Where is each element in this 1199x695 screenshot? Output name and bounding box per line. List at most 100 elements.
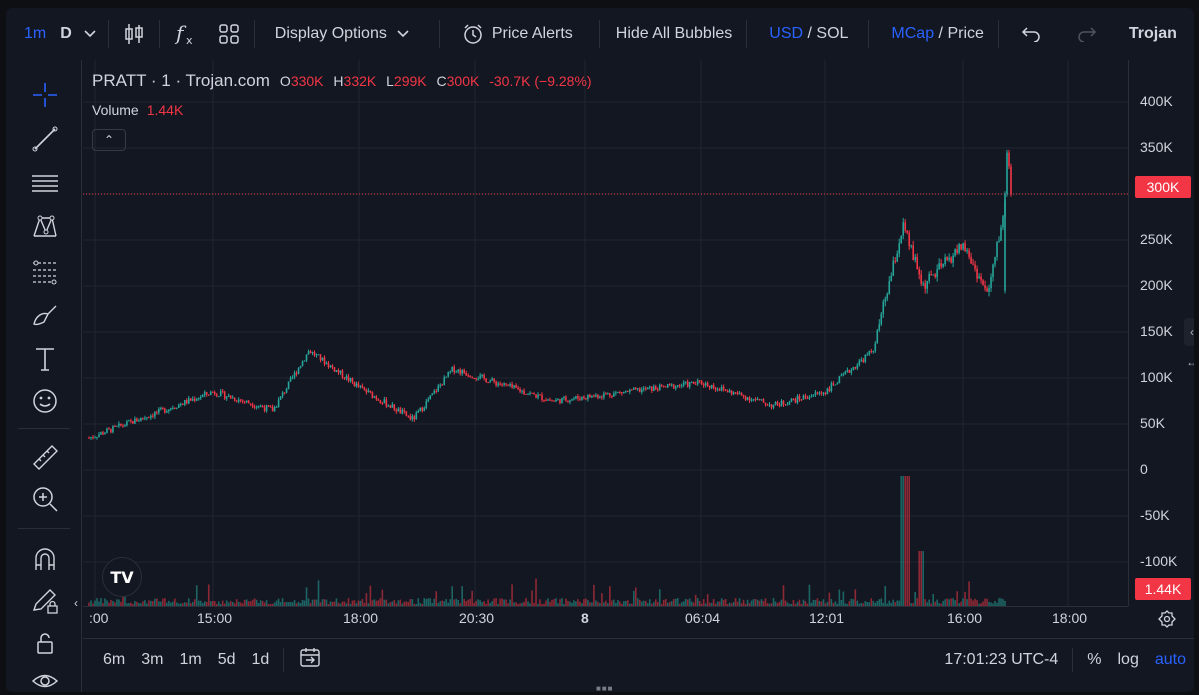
- range-1m-button[interactable]: 1m: [171, 651, 209, 669]
- volume-bar: [633, 590, 635, 606]
- zoom-tool[interactable]: [28, 482, 62, 516]
- interval-dropdown-button[interactable]: [76, 8, 104, 60]
- text-tool[interactable]: [28, 342, 62, 376]
- volume-bar: [461, 586, 463, 606]
- candle-body: [934, 274, 936, 278]
- chart-settings-button[interactable]: [1156, 608, 1178, 630]
- candle-body: [980, 276, 982, 281]
- layouts-button[interactable]: [208, 8, 250, 60]
- scroll-left-icon[interactable]: ‹: [74, 596, 78, 610]
- volume-bar: [635, 587, 637, 606]
- candle-body: [702, 384, 705, 386]
- volume-bar: [916, 598, 918, 606]
- lock-all-tool[interactable]: [28, 626, 62, 660]
- collapse-legend-button[interactable]: ⌃: [92, 129, 126, 151]
- price-chart[interactable]: [83, 60, 1128, 606]
- indicators-icon: f x: [174, 22, 193, 46]
- candle-body: [425, 401, 428, 409]
- candle-body: [559, 399, 561, 404]
- candle-body: [431, 393, 434, 396]
- currency-toggle[interactable]: USD / SOL: [751, 8, 858, 60]
- date-range-button[interactable]: [290, 646, 330, 673]
- volume-bar: [379, 598, 382, 606]
- candle-body: [732, 392, 735, 395]
- candle-body: [625, 391, 627, 393]
- crosshair-tool[interactable]: [28, 78, 62, 112]
- candle-body: [788, 401, 791, 405]
- undo-button[interactable]: [1003, 8, 1059, 60]
- lock-icon: [37, 633, 53, 654]
- candle-body: [992, 264, 994, 278]
- toolbar-divider: [598, 20, 600, 48]
- candle-body: [471, 377, 473, 379]
- visibility-tool[interactable]: [28, 664, 62, 692]
- interval-1m-button[interactable]: 1m: [6, 8, 56, 60]
- candle-body: [982, 280, 984, 286]
- range-1d-button[interactable]: 1d: [244, 651, 278, 669]
- candle-body: [325, 363, 328, 365]
- trend-line-tool[interactable]: [28, 122, 62, 156]
- hide-bubbles-button[interactable]: Hide All Bubbles: [604, 8, 743, 60]
- volume-bar: [487, 599, 489, 606]
- candle-body: [199, 397, 202, 399]
- volume-bar: [373, 599, 376, 606]
- candle-body: [409, 415, 412, 420]
- candle-body: [257, 406, 260, 408]
- candle-body: [475, 378, 477, 380]
- range-3m-button[interactable]: 3m: [133, 651, 171, 669]
- candle-body: [423, 408, 426, 411]
- brush-tool[interactable]: [28, 298, 62, 332]
- collapse-panel-handle[interactable]: ‹: [1184, 318, 1194, 346]
- clock-timezone[interactable]: 17:01:23 UTC-4: [936, 651, 1066, 669]
- candle-body: [910, 245, 913, 247]
- emoji-tool[interactable]: [28, 384, 62, 418]
- candle-body: [874, 343, 877, 352]
- chart-type-button[interactable]: [113, 8, 155, 60]
- candle-body: [974, 264, 976, 269]
- candle-body: [467, 375, 469, 377]
- candle-body: [766, 404, 769, 406]
- volume-bar: [187, 598, 190, 606]
- symbol-title[interactable]: PRATT · 1 · Trojan.com: [92, 71, 270, 91]
- volume-bar: [561, 598, 563, 606]
- range-6m-button[interactable]: 6m: [95, 651, 133, 669]
- candle-body: [197, 398, 200, 400]
- candle-body: [249, 403, 252, 405]
- candle-body: [822, 392, 825, 394]
- volume-bar: [908, 476, 911, 606]
- price-alerts-button[interactable]: Price Alerts: [444, 8, 583, 60]
- measure-tool[interactable]: [28, 440, 62, 474]
- volume-bar: [154, 598, 156, 606]
- range-5d-button[interactable]: 5d: [210, 651, 244, 669]
- volume-bar: [116, 599, 118, 606]
- auto-scale-toggle[interactable]: auto: [1147, 651, 1194, 669]
- resize-axis-handle[interactable]: ↔: [1184, 348, 1194, 376]
- tradingview-logo[interactable]: TV: [102, 557, 142, 597]
- percent-toggle[interactable]: %: [1079, 651, 1109, 669]
- volume-bar: [984, 598, 986, 606]
- candle-body: [327, 363, 330, 368]
- log-toggle[interactable]: log: [1110, 651, 1147, 669]
- mcap-price-toggle[interactable]: MCap / Price: [873, 8, 993, 60]
- candle-body: [239, 399, 242, 401]
- volume-bar: [880, 598, 883, 606]
- pattern-tool[interactable]: [28, 210, 62, 244]
- candle-body: [1002, 216, 1004, 228]
- candle-body: [882, 301, 885, 314]
- candle-body: [405, 411, 408, 416]
- resize-grip[interactable]: ■■■: [596, 684, 614, 693]
- lock-drawing-tool[interactable]: [28, 584, 62, 618]
- magnet-tool[interactable]: [28, 542, 62, 576]
- display-options-button[interactable]: Display Options: [259, 8, 419, 60]
- horizontal-lines-tool[interactable]: [28, 166, 62, 200]
- indicators-button[interactable]: f x: [164, 8, 208, 60]
- candle-body: [203, 392, 206, 395]
- fib-tool[interactable]: [28, 254, 62, 288]
- volume-bar: [764, 598, 767, 606]
- candle-body: [361, 385, 364, 388]
- redo-button[interactable]: [1059, 8, 1115, 60]
- candle-body: [986, 288, 988, 292]
- candle-body: [273, 407, 276, 412]
- interval-d-button[interactable]: D: [56, 8, 76, 60]
- candle-body: [154, 412, 156, 417]
